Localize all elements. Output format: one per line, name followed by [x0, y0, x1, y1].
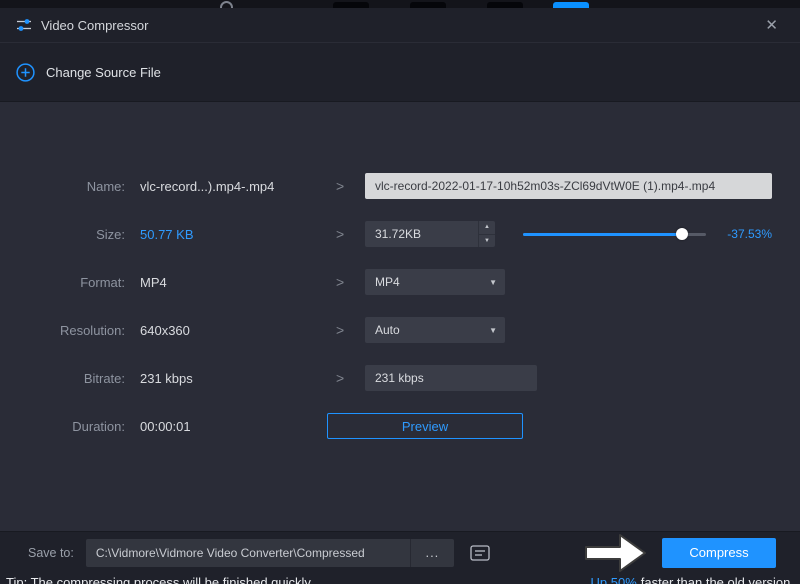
browse-more-button[interactable]: ...	[410, 539, 454, 567]
toolbar-partial-icon	[410, 2, 446, 8]
preview-button[interactable]: Preview	[327, 413, 523, 439]
size-controls: 31.72KB ▲ ▼ -37.53%	[365, 221, 772, 247]
bitrate-current-value: 231 kbps	[125, 371, 330, 386]
size-slider-thumb[interactable]	[676, 228, 688, 240]
save-to-label: Save to:	[28, 546, 74, 560]
size-spinner-input[interactable]: 31.72KB ▲ ▼	[365, 221, 495, 247]
change-source-file-button[interactable]: Change Source File	[0, 42, 800, 102]
window-title: Video Compressor	[41, 18, 148, 33]
annotation-arrow-icon	[584, 532, 648, 574]
duration-row: Duration: 00:00:01 Preview	[0, 402, 772, 450]
chevron-right-icon: >	[330, 322, 365, 338]
resolution-selected-option: Auto	[375, 323, 400, 337]
resolution-label: Resolution:	[0, 323, 125, 338]
bitrate-label: Bitrate:	[0, 371, 125, 386]
duration-label: Duration:	[0, 419, 125, 434]
toolbar-partial-icon	[487, 2, 523, 8]
resolution-row: Resolution: 640x360 > Auto ▼	[0, 306, 772, 354]
size-slider[interactable]	[523, 228, 706, 240]
size-label: Size:	[0, 227, 125, 242]
name-label: Name:	[0, 179, 125, 194]
bitrate-input[interactable]: 231 kbps	[365, 365, 537, 391]
save-bar: Save to: C:\Vidmore\Vidmore Video Conver…	[0, 531, 800, 573]
size-slider-fill	[523, 233, 682, 236]
chevron-down-icon: ▼	[489, 278, 497, 287]
footer-tip-right-group: Up 50% faster than the old version.	[587, 575, 794, 584]
compressor-form: Name: vlc-record...).mp4-.mp4 > vlc-reco…	[0, 102, 800, 531]
save-path-input[interactable]: C:\Vidmore\Vidmore Video Converter\Compr…	[86, 539, 410, 567]
video-compressor-window: Video Compressor ✕ Change Source File Na…	[0, 0, 800, 584]
size-percent-value: -37.53%	[718, 227, 772, 241]
change-source-file-label: Change Source File	[46, 65, 161, 80]
size-row: Size: 50.77 KB > 31.72KB ▲ ▼ -37.53%	[0, 210, 772, 258]
spin-up-icon[interactable]: ▲	[479, 221, 495, 235]
compressor-icon	[16, 17, 32, 33]
name-input[interactable]: vlc-record-2022-01-17-10h52m03s-ZCl69dVt…	[365, 173, 772, 199]
format-current-value: MP4	[125, 275, 330, 290]
close-icon[interactable]: ✕	[761, 16, 782, 35]
size-spinner: ▲ ▼	[478, 221, 495, 247]
spin-down-icon[interactable]: ▼	[479, 235, 495, 248]
chevron-down-icon: ▼	[489, 326, 497, 335]
format-row: Format: MP4 > MP4 ▼	[0, 258, 772, 306]
add-circle-icon	[16, 63, 35, 82]
format-select[interactable]: MP4 ▼	[365, 269, 505, 295]
toolbar-partial-icon	[333, 2, 369, 8]
toolbar-partial-icon-active	[553, 2, 589, 8]
format-label: Format:	[0, 275, 125, 290]
background-toolbar-strip	[0, 0, 800, 8]
size-current-value: 50.77 KB	[125, 227, 330, 242]
size-input-value[interactable]: 31.72KB	[365, 221, 478, 247]
name-current-value: vlc-record...).mp4-.mp4	[125, 179, 330, 194]
open-output-folder-button[interactable]	[466, 541, 494, 565]
chevron-right-icon: >	[330, 274, 365, 290]
footer-tip-right: faster than the old version.	[641, 575, 794, 584]
name-row: Name: vlc-record...).mp4-.mp4 > vlc-reco…	[0, 162, 772, 210]
folder-icon	[470, 545, 490, 561]
compress-button[interactable]: Compress	[662, 538, 776, 568]
resolution-current-value: 640x360	[125, 323, 330, 338]
chevron-right-icon: >	[330, 226, 365, 242]
titlebar: Video Compressor ✕	[0, 8, 800, 42]
footer-tip-left: Tip: The compressing process will be fin…	[6, 575, 314, 584]
save-path-box: C:\Vidmore\Vidmore Video Converter\Compr…	[86, 539, 454, 567]
format-selected-option: MP4	[375, 275, 400, 289]
toolbar-partial-icon	[220, 1, 233, 8]
footer-tip-clipped: Tip: The compressing process will be fin…	[0, 573, 800, 584]
chevron-right-icon: >	[330, 178, 365, 194]
chevron-right-icon: >	[330, 370, 365, 386]
duration-current-value: 00:00:01	[125, 419, 330, 434]
footer-tip-highlight: Up 50%	[591, 575, 637, 584]
bitrate-row: Bitrate: 231 kbps > 231 kbps	[0, 354, 772, 402]
resolution-select[interactable]: Auto ▼	[365, 317, 505, 343]
